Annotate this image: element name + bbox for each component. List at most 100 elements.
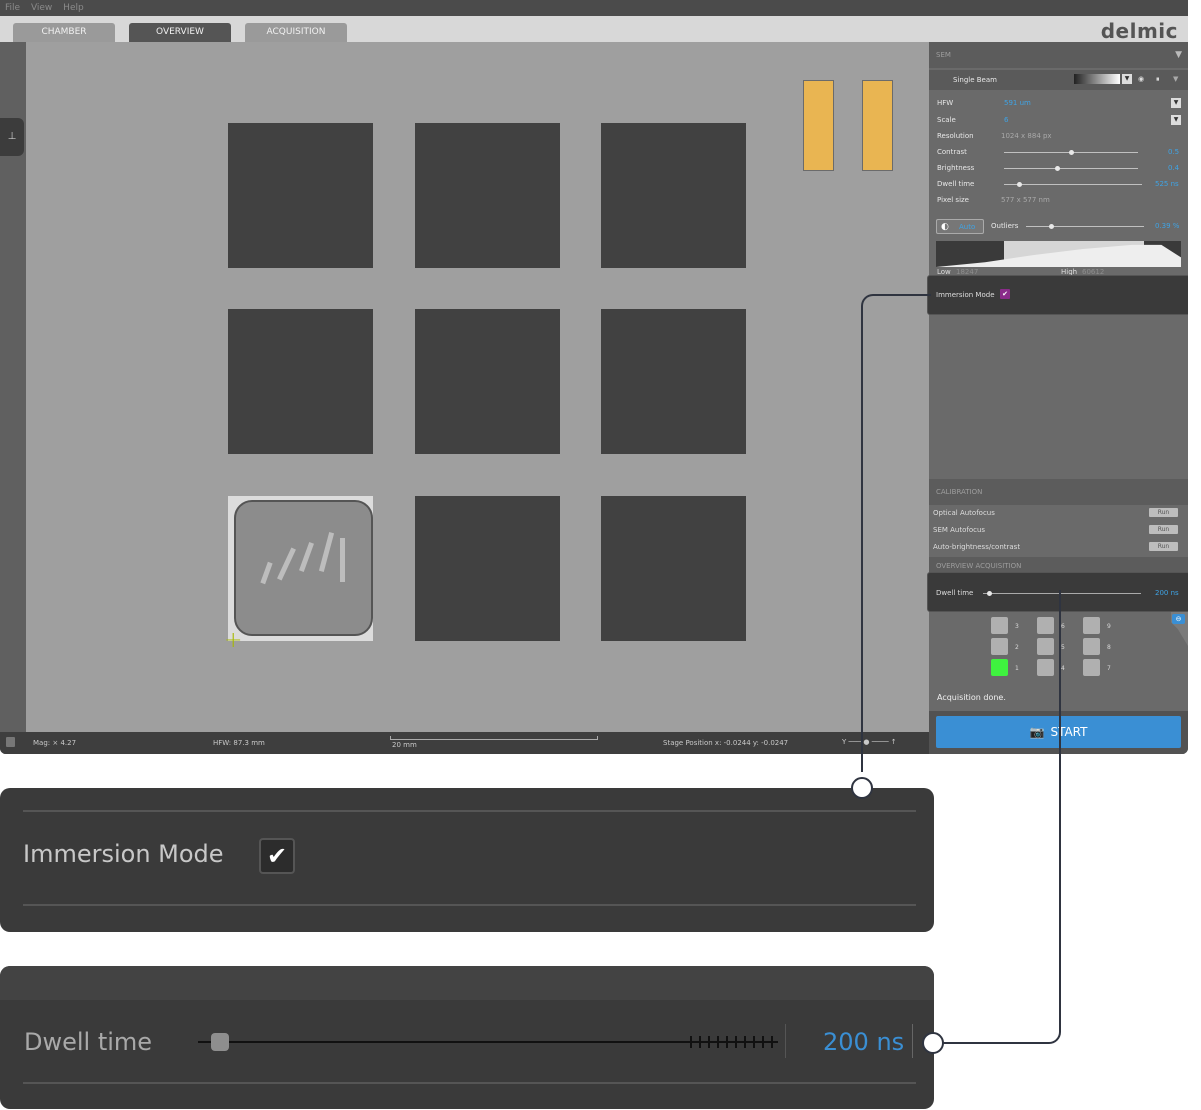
- acquired-overview-tile: [228, 496, 373, 641]
- chevron-down-icon[interactable]: ▼: [1175, 42, 1182, 68]
- grid-label: 7: [1107, 665, 1111, 672]
- contrast-knob[interactable]: [1069, 150, 1074, 155]
- zoom-dwell-panel: Dwell time 200 ns: [0, 966, 934, 1109]
- stream-header: Single Beam ▼ ◉ ⏸ ▼: [929, 70, 1188, 90]
- scale-value[interactable]: 6: [1004, 116, 1008, 124]
- grid-label: 9: [1107, 623, 1111, 630]
- legend-icon[interactable]: [6, 737, 15, 747]
- sample-square: [601, 123, 746, 268]
- sample-holder-bar: [862, 80, 893, 171]
- grid-label: 5: [1061, 644, 1065, 651]
- contrast-icon: ◐: [941, 222, 949, 232]
- scale-bar: [390, 736, 598, 740]
- chevron-down-icon[interactable]: ▼: [1171, 98, 1181, 108]
- cal-item-sem-autofocus: SEM Autofocus: [933, 526, 986, 534]
- auto-bc-toggle[interactable]: ◐ Auto: [936, 219, 984, 234]
- zoom-immersion-checkbox[interactable]: ✔: [259, 838, 295, 874]
- brightness-slider[interactable]: [1004, 168, 1138, 169]
- callout-connector: [861, 294, 931, 772]
- eye-icon[interactable]: ◉: [1138, 75, 1144, 83]
- colormap-dropdown-icon[interactable]: ▼: [1122, 74, 1132, 84]
- outliers-value[interactable]: 0.39 %: [1155, 222, 1179, 230]
- callout-dot: [922, 1032, 944, 1054]
- auto-label: Auto: [959, 223, 976, 231]
- zoom-dwell-knob[interactable]: [211, 1033, 229, 1051]
- grid-label: 4: [1061, 665, 1065, 672]
- pixel-size-value: 577 x 577 nm: [1001, 196, 1050, 204]
- contrast-value[interactable]: 0.5: [1168, 148, 1179, 156]
- menu-view[interactable]: View: [31, 3, 52, 13]
- crosshair-icon: +: [224, 628, 243, 653]
- tab-chamber[interactable]: CHAMBER: [13, 23, 115, 42]
- dwell-knob[interactable]: [1017, 182, 1022, 187]
- immersion-mode-row: Immersion Mode ✔: [927, 275, 1188, 315]
- sem-autofocus-run-button[interactable]: Run: [1149, 525, 1178, 534]
- hfw-label: HFW: [937, 99, 954, 107]
- immersion-checkbox[interactable]: ✔: [1000, 289, 1010, 299]
- zoom-dwell-value[interactable]: 200 ns: [823, 1028, 904, 1056]
- stage-position: Stage Position x: -0.0244 y: -0.0247: [663, 739, 789, 747]
- sample-holder-bar: [803, 80, 834, 171]
- zoom-dwell-label: Dwell time: [24, 1028, 153, 1056]
- cal-item-optical-autofocus: Optical Autofocus: [933, 509, 995, 517]
- dwell-value[interactable]: 525 ns: [1155, 180, 1179, 188]
- histogram[interactable]: [936, 241, 1181, 267]
- mag-readout: Mag: × 4.27: [33, 739, 77, 747]
- left-panel-toggle-icon[interactable]: ⊥: [0, 118, 24, 156]
- zoom-dwell-ticks: [690, 1036, 776, 1048]
- hfw-readout: HFW: 87.3 mm: [213, 739, 265, 747]
- sample-square: [228, 309, 373, 454]
- auto-bc-run-button[interactable]: Run: [1149, 542, 1178, 551]
- tab-acquisition[interactable]: ACQUISITION: [245, 23, 347, 42]
- chevron-down-icon[interactable]: ▼: [1173, 75, 1178, 83]
- sample-square: [415, 496, 560, 641]
- sample-square: [415, 309, 560, 454]
- stream-name: Single Beam: [953, 76, 997, 84]
- resolution-label: Resolution: [937, 132, 974, 140]
- brightness-value[interactable]: 0.4: [1168, 164, 1179, 172]
- scale-label: Scale: [937, 116, 956, 124]
- sample-square: [601, 496, 746, 641]
- dwell-slider[interactable]: [1004, 184, 1142, 185]
- grid-label: 6: [1061, 623, 1065, 630]
- outliers-label: Outliers: [991, 222, 1019, 230]
- menu-help[interactable]: Help: [63, 3, 84, 13]
- zoom-immersion-panel: Immersion Mode ✔: [0, 788, 934, 932]
- sample-square: [228, 123, 373, 268]
- dwell-label: Dwell time: [937, 180, 975, 188]
- hfw-value[interactable]: 591 um: [1004, 99, 1031, 107]
- tab-overview[interactable]: OVERVIEW: [129, 23, 231, 42]
- calibration-header[interactable]: CALIBRATION: [929, 479, 1188, 505]
- grid-tile-9[interactable]: [1083, 617, 1100, 634]
- status-bar: Mag: × 4.27 HFW: 87.3 mm 20 mm Stage Pos…: [0, 732, 929, 754]
- outliers-knob[interactable]: [1049, 224, 1054, 229]
- contrast-label: Contrast: [937, 148, 967, 156]
- link-icon[interactable]: ⊖: [1172, 614, 1185, 624]
- colormap-swatch[interactable]: [1074, 74, 1120, 84]
- tab-bar: CHAMBER OVERVIEW ACQUISITION delmic: [0, 16, 1188, 43]
- outliers-slider[interactable]: [1026, 226, 1144, 227]
- brightness-knob[interactable]: [1055, 166, 1060, 171]
- brightness-label: Brightness: [937, 164, 975, 172]
- grid-tile-8[interactable]: [1083, 638, 1100, 655]
- sem-header[interactable]: SEM ▼: [929, 42, 1188, 68]
- pause-icon[interactable]: ⏸: [1156, 75, 1160, 84]
- menu-file[interactable]: File: [5, 3, 20, 13]
- sample-square: [415, 123, 560, 268]
- grid-tile-7[interactable]: [1083, 659, 1100, 676]
- menu-bar: File View Help: [0, 0, 1188, 16]
- resolution-value: 1024 x 884 px: [1001, 132, 1052, 140]
- overview-dwell-value[interactable]: 200 ns: [1155, 589, 1179, 597]
- immersion-mode-label: Immersion Mode: [936, 291, 995, 299]
- callout-dot: [851, 777, 873, 799]
- sample-square: [601, 309, 746, 454]
- sample-image: [234, 500, 373, 636]
- zoom-immersion-label: Immersion Mode: [23, 840, 224, 868]
- delmic-logo: delmic: [1100, 19, 1178, 43]
- overview-viewport[interactable]: +: [26, 42, 929, 732]
- chevron-down-icon[interactable]: ▼: [1171, 115, 1181, 125]
- optical-autofocus-run-button[interactable]: Run: [1149, 508, 1178, 517]
- pixel-size-label: Pixel size: [937, 196, 969, 204]
- callout-connector: [933, 590, 1061, 1044]
- cal-item-auto-bc: Auto-brightness/contrast: [933, 543, 1021, 551]
